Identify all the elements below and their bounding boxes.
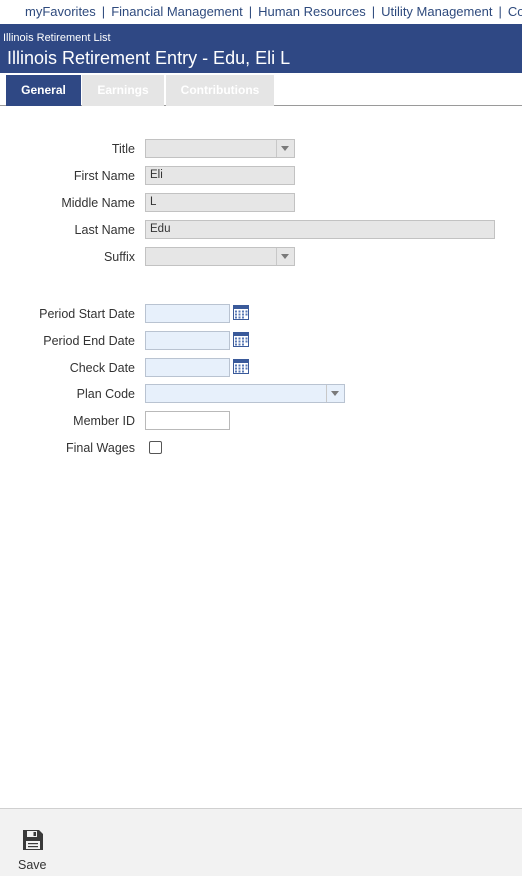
middle-name-label: Middle Name [61,196,135,210]
plan-code-label: Plan Code [76,387,135,401]
nav-separator: | [101,4,106,19]
tab-contributions[interactable]: Contributions [166,75,274,106]
tab-earnings[interactable]: Earnings [82,75,164,106]
nav-separator: | [371,4,376,19]
suffix-label: Suffix [103,250,135,264]
member-id-field[interactable] [145,411,230,430]
save-label: Save [18,858,47,872]
breadcrumb[interactable]: Illinois Retirement List [3,32,111,44]
period-end-date-label: Period End Date [43,334,135,348]
check-date-label: Check Date [69,361,135,375]
period-start-date-label: Period Start Date [39,307,135,321]
calendar-icon[interactable] [233,358,249,374]
first-name-field[interactable]: Eli [145,166,295,185]
first-name-label: First Name [73,169,135,183]
check-date-field[interactable] [145,358,230,377]
chevron-down-icon[interactable] [326,385,344,402]
nav-link-truncated[interactable]: Co [508,4,522,19]
title-label: Title [111,142,135,156]
final-wages-checkbox[interactable] [149,441,162,454]
period-start-date-field[interactable] [145,304,230,323]
page-title: Illinois Retirement Entry - Edu, Eli L [7,48,291,68]
nav-link-myfavorites[interactable]: myFavorites [25,4,96,19]
save-button[interactable]: Save [17,826,49,872]
top-nav: myFavorites | Financial Management | Human R… [0,0,522,24]
nav-link-utility-management[interactable]: Utility Management [381,4,492,19]
member-id-label: Member ID [73,414,135,428]
nav-link-financial-management[interactable]: Financial Management [111,4,243,19]
calendar-icon[interactable] [233,331,249,347]
last-name-label: Last Name [74,223,135,237]
footer-toolbar: Save [0,808,522,876]
tab-general[interactable]: General [6,75,81,106]
tab-strip: General Earnings Contributions [0,73,522,106]
nav-link-human-resources[interactable]: Human Resources [258,4,366,19]
final-wages-label: Final Wages [65,441,135,455]
last-name-field[interactable]: Edu [145,220,495,239]
suffix-select[interactable] [145,247,295,266]
middle-name-field[interactable]: L [145,193,295,212]
period-end-date-field[interactable] [145,331,230,350]
nav-separator: | [248,4,253,19]
title-select[interactable] [145,139,295,158]
chevron-down-icon[interactable] [276,140,294,157]
chevron-down-icon[interactable] [276,248,294,265]
floppy-disk-icon [23,830,43,850]
plan-code-select[interactable] [145,384,345,403]
nav-separator: | [498,4,502,19]
page-header: Illinois Retirement List Illinois Retire… [0,24,522,73]
calendar-icon[interactable] [233,304,249,320]
